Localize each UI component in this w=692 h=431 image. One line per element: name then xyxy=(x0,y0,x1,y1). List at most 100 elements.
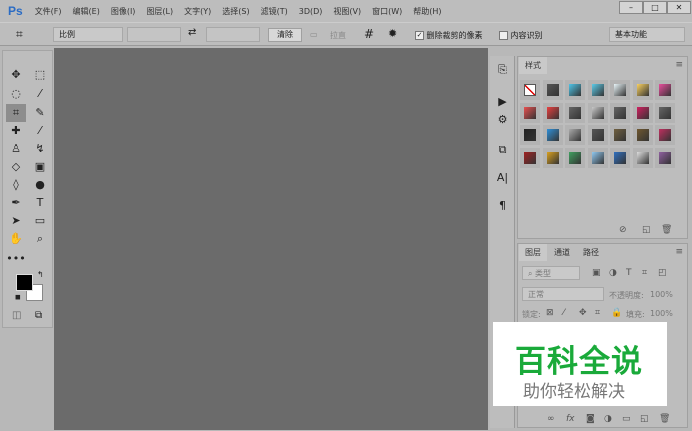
style-swatch[interactable] xyxy=(632,147,653,168)
crop-tool-icon[interactable]: ⌗ xyxy=(16,27,23,42)
menu-select[interactable]: 选择(S) xyxy=(222,6,249,17)
gradient-tool-icon[interactable]: ▣ xyxy=(30,158,50,176)
menu-3d[interactable]: 3D(D) xyxy=(299,7,323,16)
menu-file[interactable]: 文件(F) xyxy=(35,6,62,17)
adjust-icon[interactable]: ⚙ xyxy=(490,110,515,130)
style-swatch[interactable] xyxy=(610,125,630,145)
maximize-button[interactable]: □ xyxy=(643,1,667,14)
filter-type-icon[interactable]: T xyxy=(626,268,632,278)
gear-icon[interactable]: ✹ xyxy=(388,27,397,40)
menu-image[interactable]: 图像(I) xyxy=(111,6,136,17)
delete-cropped-checkbox[interactable]: ✓ 删除裁剪的像素 xyxy=(415,30,483,41)
menu-edit[interactable]: 编辑(E) xyxy=(73,6,100,17)
eraser-tool-icon[interactable]: ◇ xyxy=(6,158,26,176)
filter-pixel-icon[interactable]: ▣ xyxy=(592,268,601,278)
adjustment-layer-icon[interactable]: ◑ xyxy=(604,414,612,424)
style-swatch[interactable] xyxy=(655,125,675,145)
actions-play-icon[interactable]: ▶ xyxy=(490,92,515,112)
tab-paths[interactable]: 路径 xyxy=(577,244,605,261)
foreground-color-swatch[interactable] xyxy=(16,274,33,291)
new-style-icon[interactable]: ◱ xyxy=(642,225,651,235)
fx-icon[interactable]: fx xyxy=(566,414,575,424)
style-swatch[interactable] xyxy=(655,102,675,123)
magic-wand-icon[interactable]: ⁄ xyxy=(30,85,50,103)
blur-tool-icon[interactable]: ◊ xyxy=(6,176,26,194)
new-layer-icon[interactable]: ◱ xyxy=(640,414,649,424)
swap-colors-icon[interactable]: ↰ xyxy=(37,270,44,279)
marquee-tool-icon[interactable]: ⬚ xyxy=(30,66,50,84)
link-layers-icon[interactable]: ∞ xyxy=(547,414,555,424)
style-swatch[interactable] xyxy=(632,125,653,145)
style-swatch[interactable] xyxy=(655,80,675,100)
layer-filter-select[interactable]: ⌕ 类型 xyxy=(522,266,580,280)
style-swatch[interactable] xyxy=(587,80,608,100)
dodge-tool-icon[interactable]: ● xyxy=(30,176,50,194)
style-swatch[interactable] xyxy=(565,147,585,168)
style-swatch[interactable] xyxy=(610,147,630,168)
fill-input[interactable]: 100% xyxy=(650,309,673,318)
style-swatch[interactable] xyxy=(632,80,653,100)
workspace-select[interactable]: 基本功能 xyxy=(609,27,685,42)
more-tools-icon[interactable]: ••• xyxy=(6,250,26,268)
lasso-tool-icon[interactable]: ◌ xyxy=(6,85,26,103)
grid-overlay-icon[interactable]: # xyxy=(364,27,374,41)
tab-styles[interactable]: 样式 xyxy=(519,57,547,74)
lock-transparent-icon[interactable]: ⊠ xyxy=(546,308,554,318)
style-swatch[interactable] xyxy=(610,80,630,100)
stamp-tool-icon[interactable]: ♙ xyxy=(6,140,26,158)
clear-button[interactable]: 清除 xyxy=(268,28,302,42)
lock-artboard-icon[interactable]: ⌗ xyxy=(595,308,600,318)
opacity-input[interactable]: 100% xyxy=(650,290,673,299)
style-swatch[interactable] xyxy=(565,125,585,145)
blend-mode-select[interactable]: 正常 xyxy=(522,287,604,301)
clear-style-icon[interactable]: ⊘ xyxy=(619,225,627,235)
brush-tool-icon[interactable]: ⁄ xyxy=(30,122,50,140)
level-icon[interactable]: ▭ xyxy=(310,30,318,39)
style-swatch[interactable] xyxy=(632,102,653,123)
canvas-area[interactable] xyxy=(54,48,488,430)
default-colors-icon[interactable]: ◼ xyxy=(15,293,21,301)
healing-brush-icon[interactable]: ✚ xyxy=(6,122,26,140)
zoom-tool-icon[interactable]: ⌕ xyxy=(30,230,50,248)
style-swatch[interactable] xyxy=(520,80,540,100)
style-swatch[interactable] xyxy=(542,102,563,123)
style-swatch[interactable] xyxy=(565,102,585,123)
hand-tool-icon[interactable]: ✋ xyxy=(6,230,26,248)
menu-help[interactable]: 帮助(H) xyxy=(413,6,441,17)
style-swatch[interactable] xyxy=(587,125,608,145)
style-swatch[interactable] xyxy=(565,80,585,100)
tab-layers[interactable]: 图层 xyxy=(519,244,547,261)
style-swatch[interactable] xyxy=(542,125,563,145)
clone-source-icon[interactable]: ⧉ xyxy=(490,140,515,160)
menu-view[interactable]: 视图(V) xyxy=(333,6,361,17)
eyedropper-icon[interactable]: ✎ xyxy=(30,104,50,122)
style-swatch[interactable] xyxy=(520,102,540,123)
swap-icon[interactable]: ⇄ xyxy=(188,27,196,38)
filter-adjust-icon[interactable]: ◑ xyxy=(609,268,617,278)
menu-type[interactable]: 文字(Y) xyxy=(184,6,211,17)
style-swatch[interactable] xyxy=(542,80,563,100)
width-input[interactable] xyxy=(127,27,181,42)
pen-tool-icon[interactable]: ✒ xyxy=(6,194,26,212)
height-input[interactable] xyxy=(206,27,260,42)
filter-shape-icon[interactable]: ⌗ xyxy=(642,268,647,278)
panel-menu-icon[interactable]: ≡ xyxy=(675,247,683,257)
style-swatch[interactable] xyxy=(520,147,540,168)
minimize-button[interactable]: – xyxy=(619,1,643,14)
lock-all-icon[interactable]: 🔒 xyxy=(611,308,622,318)
close-button[interactable]: ✕ xyxy=(667,1,691,14)
ratio-select[interactable]: 比例 xyxy=(53,27,123,42)
paragraph-icon[interactable]: ¶ xyxy=(490,196,515,216)
type-tool-icon[interactable]: T xyxy=(30,194,50,212)
delete-style-icon[interactable]: 🗑 xyxy=(661,225,672,235)
screen-mode-icon[interactable]: ⧉ xyxy=(35,310,42,321)
character-icon[interactable]: A| xyxy=(490,168,515,188)
style-swatch[interactable] xyxy=(655,147,675,168)
style-swatch[interactable] xyxy=(542,147,563,168)
menu-filter[interactable]: 滤镜(T) xyxy=(261,6,288,17)
content-aware-checkbox[interactable]: 内容识别 xyxy=(499,30,543,41)
panel-menu-icon[interactable]: ≡ xyxy=(675,60,683,70)
quick-mask-icon[interactable]: ◫ xyxy=(12,310,21,321)
history-icon[interactable]: ⎘ xyxy=(490,60,515,80)
style-swatch[interactable] xyxy=(610,102,630,123)
